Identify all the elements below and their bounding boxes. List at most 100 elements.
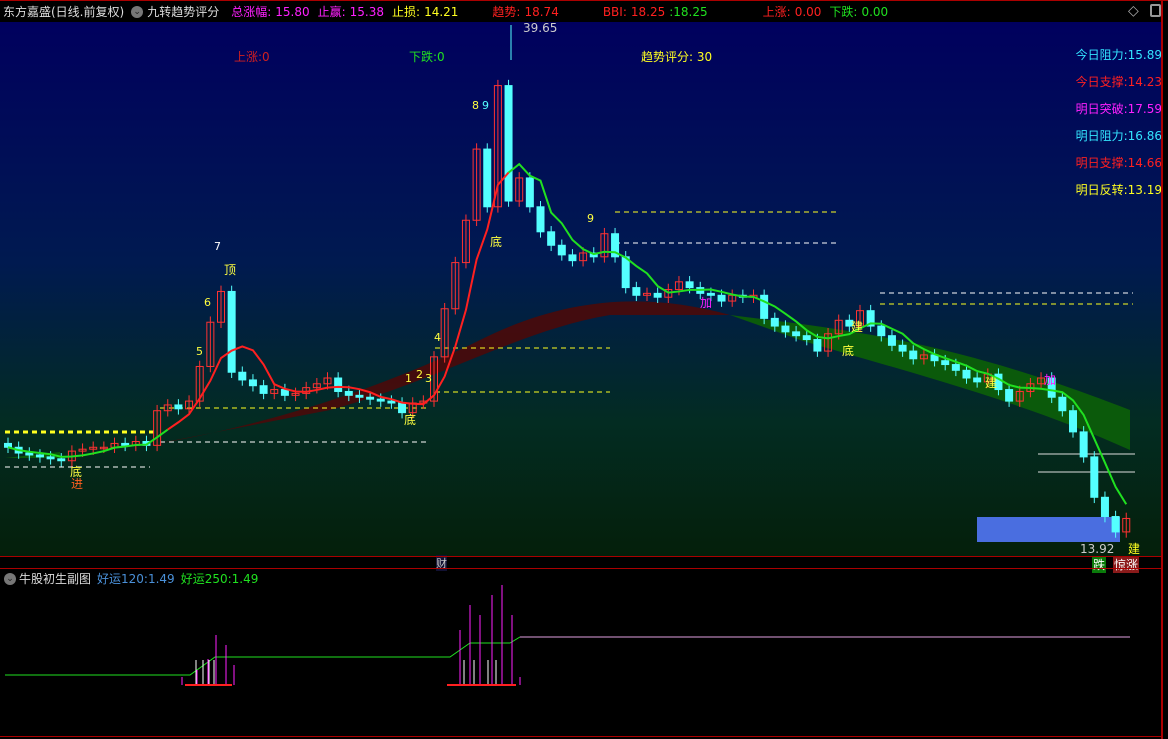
candle [504, 85, 513, 202]
seq-4: 4 [434, 331, 441, 344]
candle [536, 206, 545, 233]
candle [547, 231, 556, 246]
signal-build-2: 建 [985, 376, 998, 390]
candle [376, 398, 385, 402]
level-label: 今日阻力: [1075, 48, 1128, 62]
divider [0, 556, 1162, 557]
candle [174, 404, 183, 410]
level-0: 今日阻力:15.89 [1070, 46, 1162, 73]
level-4: 明日支撑:14.66 [1070, 154, 1162, 181]
candle [25, 452, 34, 456]
level-1: 今日支撑:14.23 [1070, 73, 1162, 100]
candle [781, 325, 790, 333]
seq-1: 1 [405, 372, 412, 385]
candle [898, 344, 907, 352]
candle [568, 254, 577, 262]
candle [621, 256, 630, 289]
level-value: 14.66 [1127, 156, 1162, 170]
down-count: 下跌:0 [409, 50, 445, 64]
candle [1079, 431, 1088, 458]
candle [877, 325, 886, 337]
seq-2: 2 [416, 368, 423, 381]
signal-add-2: 加 [1044, 373, 1057, 387]
candle [653, 292, 662, 298]
candle [4, 442, 12, 448]
sub-chart-header: ⌄ 牛股初生副图 好运120:1.49 好运250:1.49 [4, 570, 258, 587]
candle [57, 458, 66, 462]
signal-enter: 进 [71, 477, 84, 491]
candle [770, 317, 779, 327]
level-value: 14.23 [1127, 75, 1162, 89]
candle [355, 394, 364, 398]
candle [1111, 516, 1120, 533]
candle [760, 294, 769, 319]
level-label: 今日支撑: [1075, 75, 1128, 89]
level-value: 16.86 [1127, 129, 1162, 143]
candle [366, 396, 375, 400]
candle [525, 177, 534, 208]
level-2: 明日突破:17.59 [1070, 100, 1162, 127]
level-value: 13.19 [1127, 183, 1162, 197]
up-count: 上涨:0 [234, 50, 270, 64]
signal-bottom-3: 底 [490, 235, 503, 249]
candle [632, 287, 641, 296]
seq-3: 3 [425, 372, 432, 385]
divider-3 [0, 736, 1162, 737]
low-price-mark: 13.92 [1080, 542, 1115, 556]
seq-8: 8 [472, 99, 479, 112]
sub-dropdown-icon[interactable]: ⌄ [4, 572, 16, 585]
sub-title[interactable]: 牛股初生副图 [19, 570, 91, 587]
level-label: 明日反转: [1075, 183, 1128, 197]
candle [1069, 410, 1077, 433]
candle [962, 369, 971, 379]
level-label: 明日阻力: [1075, 129, 1128, 143]
candle [35, 454, 44, 458]
candle [248, 379, 257, 387]
signal-build: 建 [851, 320, 864, 334]
candle [1058, 396, 1067, 412]
candle [951, 364, 960, 371]
level-5: 明日反转:13.19 [1070, 181, 1162, 208]
seq-9: 9 [482, 99, 489, 112]
level-3: 明日阻力:16.86 [1070, 127, 1162, 154]
luck250-label: 好运250: [180, 572, 232, 586]
price-axis[interactable] [1161, 0, 1163, 739]
candle [387, 400, 396, 404]
seq-9b: 9 [587, 212, 594, 225]
candle [121, 442, 130, 446]
candle [717, 294, 726, 302]
divider-2 [0, 568, 1162, 569]
candle [941, 360, 950, 366]
level-label: 明日突破: [1075, 102, 1128, 116]
levels-panel: 今日阻力:15.89 今日支撑:14.23 明日突破:17.59 明日阻力:16.86… [1070, 46, 1162, 208]
score-label: 趋势评分: [641, 50, 694, 64]
luck120-label: 好运120: [97, 572, 148, 586]
candle [887, 335, 896, 346]
level-label: 明日支撑: [1075, 156, 1128, 170]
candle [1005, 389, 1014, 402]
score-value: 30 [696, 50, 713, 64]
candle [802, 335, 811, 341]
seq-7: 7 [214, 240, 221, 253]
candle [483, 148, 492, 208]
ma-line [7, 162, 1128, 505]
high-price-mark: 39.65 [523, 21, 558, 35]
seq-5: 5 [196, 345, 203, 358]
candle [259, 385, 268, 394]
candle [973, 377, 982, 383]
candle [685, 281, 694, 289]
candle [909, 350, 918, 360]
target-box [977, 517, 1120, 542]
seq-6: 6 [204, 296, 211, 309]
signal-add: 加 [700, 296, 713, 310]
candle [1100, 496, 1109, 518]
candle [227, 290, 236, 373]
signal-bottom-2: 底 [404, 413, 417, 427]
level-value: 17.59 [1127, 102, 1162, 116]
candle [557, 244, 566, 256]
luck250-value: 1.49 [231, 572, 259, 586]
candle [46, 456, 55, 460]
candle [1090, 456, 1099, 498]
luck120-value: 1.49 [147, 572, 175, 586]
candle [238, 371, 247, 381]
